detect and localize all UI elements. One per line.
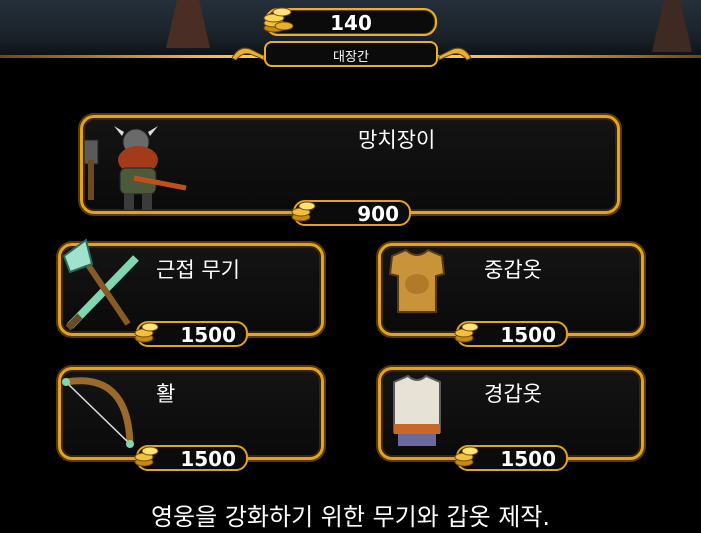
hero-price: 900 [291, 200, 411, 226]
shop-title-banner: 대장간 [264, 41, 438, 67]
gold-coin-icon [291, 201, 316, 222]
gold-coin-icon [134, 446, 159, 467]
item-name: 중갑옷 [484, 258, 542, 282]
gold-coin-icon [454, 446, 479, 467]
item-name: 경갑옷 [484, 382, 542, 406]
hero-name: 망치장이 [358, 128, 436, 152]
gold-coin-icon [134, 322, 159, 343]
gold-coins-icon [263, 7, 294, 33]
hero-price-value: 900 [357, 202, 399, 226]
item-price-value: 1500 [180, 323, 236, 347]
item-price: 1500 [134, 321, 248, 347]
item-price: 1500 [134, 445, 248, 471]
gold-coin-icon [454, 322, 479, 343]
shop-description: 영웅을 강화하기 위한 무기와 갑옷 제작. [150, 503, 551, 531]
item-price-value: 1500 [180, 447, 236, 471]
ornament-right-icon [438, 47, 472, 61]
item-price-value: 1500 [500, 447, 556, 471]
shop-title: 대장간 [333, 50, 369, 65]
item-name: 활 [156, 382, 176, 406]
item-price: 1500 [454, 445, 568, 471]
item-price: 1500 [454, 321, 568, 347]
item-price-value: 1500 [500, 323, 556, 347]
hammerer-hero-icon [83, 126, 187, 210]
heavy-armor-icon [388, 248, 446, 313]
item-name: 근접 무기 [156, 258, 240, 282]
light-armor-icon [393, 374, 441, 446]
ornament-left-icon [231, 47, 265, 61]
